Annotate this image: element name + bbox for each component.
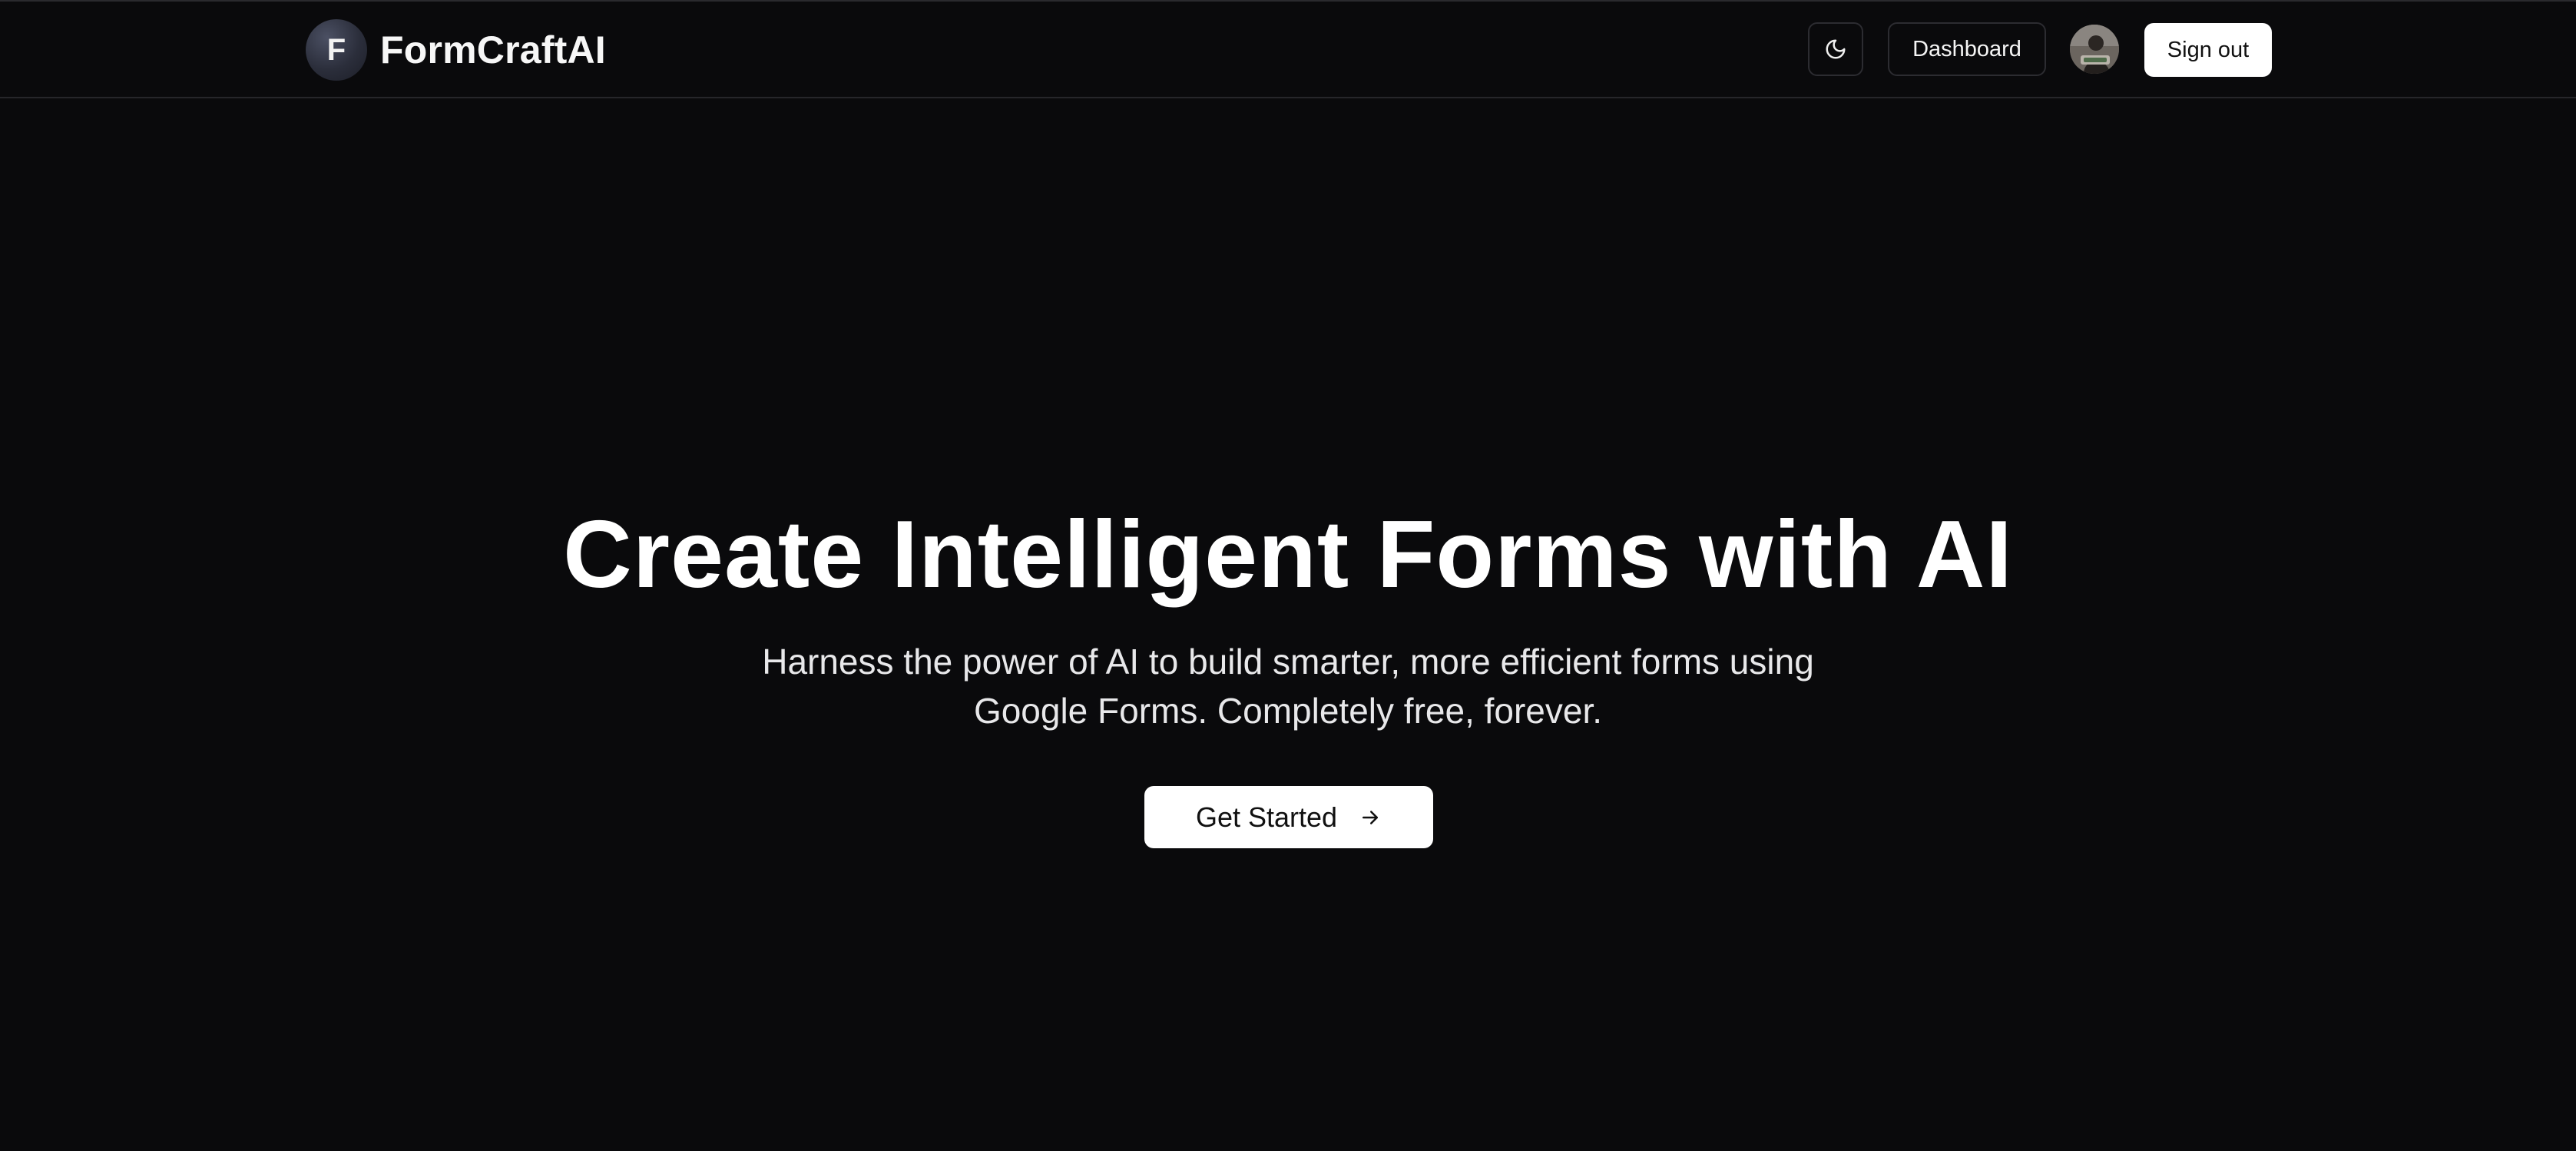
- brand-link[interactable]: F FormCraftAI: [306, 18, 606, 81]
- theme-toggle-button[interactable]: [1808, 22, 1863, 76]
- sign-out-button[interactable]: Sign out: [2144, 23, 2272, 77]
- hero-title: Create Intelligent Forms with AI: [563, 502, 2013, 608]
- logo-initial: F: [326, 32, 346, 67]
- logo-icon: F: [306, 19, 367, 81]
- hero-subtitle: Harness the power of AI to build smarter…: [762, 642, 1814, 731]
- brand-name: FormCraftAI: [380, 28, 606, 71]
- top-navbar: F FormCraftAI Dashboard Sign out: [0, 2, 2576, 98]
- moon-icon: [1826, 39, 1846, 59]
- dashboard-button[interactable]: Dashboard: [1888, 22, 2046, 76]
- get-started-button[interactable]: Get Started: [1144, 786, 1433, 848]
- arrow-right-icon: [1359, 806, 1382, 829]
- user-avatar[interactable]: [2070, 25, 2119, 74]
- get-started-label: Get Started: [1195, 801, 1338, 833]
- avatar-image: [2070, 25, 2119, 74]
